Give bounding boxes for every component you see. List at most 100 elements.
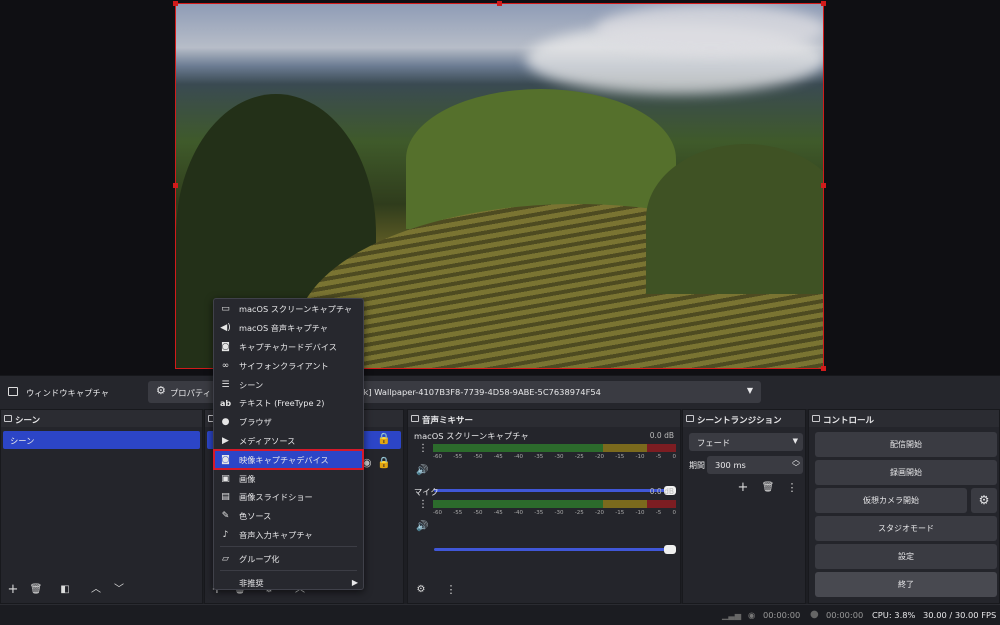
speaker-icon[interactable]: 🔊 — [416, 521, 428, 532]
menu-item-capture-card[interactable]: ◙ キャプチャカードデバイス — [214, 338, 363, 357]
trash-icon[interactable]: 🗑 — [760, 480, 776, 496]
scenes-title: シーン — [15, 416, 41, 426]
channel-db: 0.0 dB — [649, 487, 674, 496]
gear-icon: ⚙ — [156, 384, 166, 397]
resize-handle[interactable] — [173, 1, 178, 6]
trees-shape — [646, 144, 823, 294]
transition-select[interactable]: フェード ▼ — [689, 433, 803, 451]
menu-item-image[interactable]: ▣ 画像 — [214, 469, 363, 488]
menu-item-media-source[interactable]: ▶ メディアソース — [214, 432, 363, 451]
transition-type: フェード — [697, 438, 731, 448]
scale-tick: -30 — [554, 454, 564, 460]
menu-item-macos-screen-capture[interactable]: ▭ macOS スクリーンキャプチャ — [214, 300, 363, 319]
chevron-down-icon[interactable]: ﹀ — [111, 582, 127, 598]
lock-icon[interactable]: 🔒 — [377, 456, 391, 469]
mixer-dock: 音声ミキサー macOS スクリーンキャプチャ 0.0 dB ⋮ -60 -55 -… — [407, 409, 681, 604]
add-transition-button[interactable]: + — [735, 480, 751, 496]
source-toolbar: ウィンドウキャプチャ ⚙ プロパティ ck] Wallpaper-4107B3F… — [0, 375, 1000, 409]
menu-item-deprecated[interactable]: 非推奨 ▶ — [214, 573, 363, 592]
volume-slider[interactable] — [434, 486, 676, 495]
scale-tick: -45 — [493, 454, 503, 460]
menu-item-image-slideshow[interactable]: ▤ 画像スライドショー — [214, 488, 363, 507]
menu-item-browser[interactable]: ● ブラウザ — [214, 413, 363, 432]
menu-dots-icon[interactable]: ⋮ — [784, 480, 800, 496]
duration-label: 期間 — [689, 461, 705, 470]
brush-icon: ✎ — [221, 511, 230, 522]
menu-item-label: 画像 — [239, 473, 256, 484]
properties-label: プロパティ — [170, 388, 211, 398]
volume-slider[interactable] — [434, 545, 676, 554]
studio-mode-button[interactable]: スタジオモード — [815, 516, 997, 541]
trash-icon[interactable]: 🗑 — [28, 582, 44, 598]
stepper-icon[interactable]: ︿ ﹀ — [792, 456, 800, 472]
glasses-icon: ∞ — [221, 360, 230, 371]
scale-tick: -25 — [574, 510, 584, 516]
chevron-up-icon[interactable]: ︿ — [88, 582, 104, 598]
transitions-dock: シーントランジション フェード ▼ 期間 300 ms ︿ ﹀ + 🗑 ⋮ — [682, 409, 806, 604]
menu-item-text-freetype[interactable]: ab テキスト (FreeType 2) — [214, 394, 363, 413]
resize-handle[interactable] — [821, 366, 826, 371]
scale-tick: -15 — [615, 510, 625, 516]
mic-icon: ♪ — [222, 529, 229, 540]
resize-handle[interactable] — [497, 1, 502, 6]
menu-item-video-capture-device[interactable]: ◙ 映像キャプチャデバイス — [213, 449, 364, 471]
properties-button[interactable]: ⚙ プロパティ — [148, 381, 218, 403]
meter-scale: -60 -55 -50 -45 -40 -35 -30 -25 -20 -15 -10 -5 0 — [433, 510, 676, 516]
controls-title: コントロール — [823, 416, 875, 426]
lock-icon[interactable]: 🔒 — [377, 432, 391, 445]
resize-handle[interactable] — [821, 1, 826, 6]
play-icon: ▶ — [222, 435, 229, 446]
scale-tick: -55 — [453, 510, 463, 516]
scale-tick: -5 — [655, 510, 662, 516]
settings-button[interactable]: 設定 — [815, 544, 997, 569]
menu-dots-icon[interactable]: ⋮ — [443, 582, 459, 598]
menu-item-label: macOS 音声キャプチャ — [239, 323, 328, 334]
menu-item-scene[interactable]: ☰ シーン — [214, 375, 363, 394]
resize-handle[interactable] — [821, 183, 826, 188]
virtual-camera-button[interactable]: 仮想カメラ開始 — [815, 488, 967, 513]
menu-item-label: 音声入力キャプチャ — [239, 529, 313, 540]
menu-dots-icon[interactable]: ⋮ — [418, 499, 428, 510]
preview-area[interactable] — [0, 0, 1000, 375]
start-streaming-button[interactable]: 配信開始 — [815, 432, 997, 457]
scale-tick: -20 — [595, 510, 604, 516]
scale-tick: -10 — [635, 454, 645, 460]
image-icon: ▣ — [221, 473, 230, 484]
scale-tick: 0 — [672, 454, 677, 460]
controls-dock: コントロール 配信開始 録画開始 仮想カメラ開始 ⚙ スタジオモード 設定 終了 — [808, 409, 1000, 604]
exit-button[interactable]: 終了 — [815, 572, 997, 597]
scale-tick: -60 — [433, 454, 442, 460]
controls-header: コントロール — [809, 410, 999, 427]
duration-spinbox[interactable]: 300 ms ︿ ﹀ — [707, 456, 803, 474]
scale-tick: -35 — [534, 510, 544, 516]
level-meter — [433, 500, 676, 508]
cloud-shape — [596, 4, 823, 54]
menu-item-audio-input-capture[interactable]: ♪ 音声入力キャプチャ — [214, 526, 363, 545]
filter-icon[interactable]: ◧ — [57, 582, 73, 598]
gear-icon[interactable]: ⚙ — [413, 582, 429, 598]
globe-icon: ● — [221, 417, 230, 428]
menu-item-label: サイフォンクライアント — [239, 360, 329, 371]
menu-item-syphon-client[interactable]: ∞ サイフォンクライアント — [214, 356, 363, 375]
menu-item-label: メディアソース — [239, 435, 296, 446]
resize-handle[interactable] — [173, 183, 178, 188]
start-recording-button[interactable]: 録画開始 — [815, 460, 997, 485]
menu-item-group[interactable]: ▱ グループ化 — [214, 549, 363, 568]
scene-item[interactable]: シーン — [3, 431, 200, 449]
window-select[interactable]: ck] Wallpaper-4107B3F8-7739-4D58-9ABE-5C… — [355, 381, 761, 403]
menu-dots-icon[interactable]: ⋮ — [418, 443, 428, 454]
scale-tick: -55 — [453, 454, 463, 460]
menu-item-label: 画像スライドショー — [239, 492, 313, 503]
menu-item-macos-audio-capture[interactable]: ◀) macOS 音声キャプチャ — [214, 319, 363, 338]
scale-tick: -50 — [473, 454, 483, 460]
menu-item-label: キャプチャカードデバイス — [239, 341, 337, 352]
add-scene-button[interactable]: + — [5, 582, 21, 598]
scale-tick: -10 — [635, 510, 645, 516]
camera-icon: ◙ — [221, 341, 230, 352]
record-icon: ● — [810, 609, 819, 620]
speaker-icon[interactable]: 🔊 — [416, 465, 428, 476]
gear-icon[interactable]: ⚙ — [971, 488, 997, 513]
slider-knob[interactable] — [664, 545, 676, 554]
menu-item-color-source[interactable]: ✎ 色ソース — [214, 507, 363, 526]
scenes-dock: シーン シーン + 🗑 ◧ ︿ ﹀ — [0, 409, 203, 604]
